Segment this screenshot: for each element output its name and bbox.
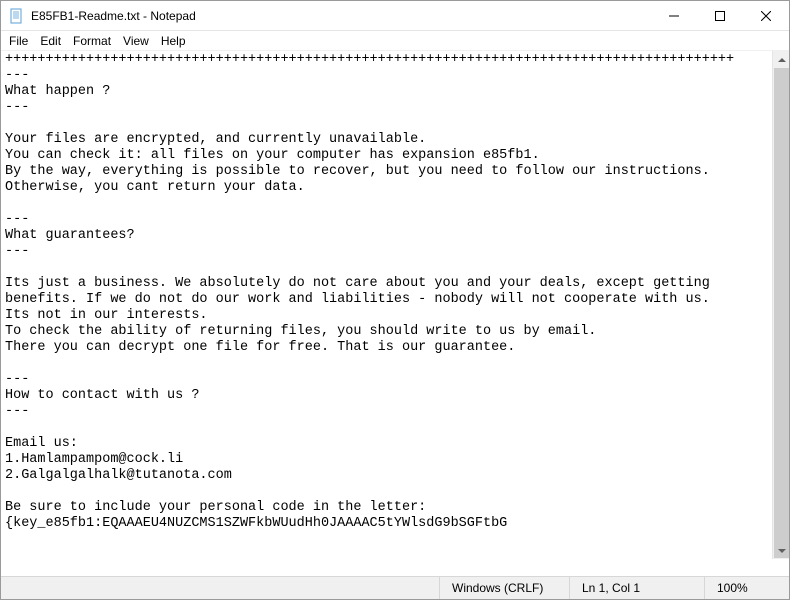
menu-file[interactable]: File [3,32,34,50]
editor-area: ++++++++++++++++++++++++++++++++++++++++… [1,51,789,576]
close-button[interactable] [743,1,789,31]
scroll-down-icon[interactable] [773,542,789,559]
status-zoom: 100% [704,577,789,599]
maximize-button[interactable] [697,1,743,31]
menu-edit[interactable]: Edit [34,32,67,50]
window-controls [651,1,789,31]
vertical-scrollbar[interactable] [772,51,789,559]
window-title: E85FB1-Readme.txt - Notepad [31,9,651,23]
scroll-up-icon[interactable] [773,51,789,68]
statusbar: Windows (CRLF) Ln 1, Col 1 100% [1,576,789,599]
notepad-window: E85FB1-Readme.txt - Notepad File Edit Fo… [0,0,790,600]
minimize-button[interactable] [651,1,697,31]
text-content[interactable]: ++++++++++++++++++++++++++++++++++++++++… [1,51,789,576]
status-cursor-position: Ln 1, Col 1 [569,577,704,599]
notepad-app-icon [9,8,25,24]
menu-format[interactable]: Format [67,32,117,50]
menu-view[interactable]: View [117,32,155,50]
status-line-ending: Windows (CRLF) [439,577,569,599]
titlebar: E85FB1-Readme.txt - Notepad [1,1,789,31]
scrollbar-thumb[interactable] [774,68,789,558]
menubar: File Edit Format View Help [1,31,789,51]
menu-help[interactable]: Help [155,32,192,50]
